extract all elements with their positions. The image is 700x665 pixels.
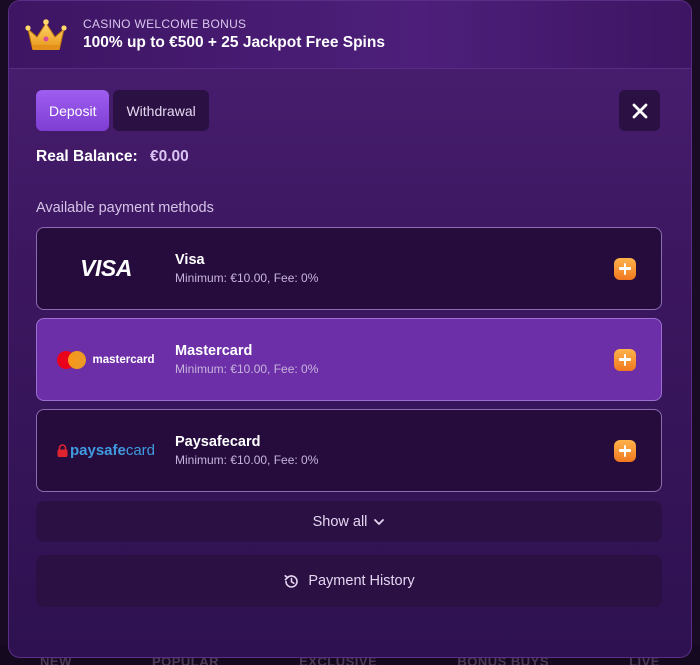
balance-amount: €0.00 <box>149 148 189 165</box>
tab-deposit[interactable]: Deposit <box>36 90 110 131</box>
close-icon <box>632 103 647 118</box>
lock-icon <box>57 444 68 457</box>
visa-logo-text: VISA <box>80 255 132 281</box>
payment-method-paysafecard[interactable]: paysafe card Paysafecard Minimum: €10.00,… <box>36 409 662 492</box>
add-icon[interactable] <box>614 257 636 280</box>
tab-withdrawal[interactable]: Withdrawal <box>113 90 209 131</box>
paysafe-logo-text: paysafe <box>69 442 126 459</box>
close-button[interactable] <box>619 90 660 131</box>
method-name: Visa <box>175 252 205 268</box>
welcome-bonus-banner[interactable]: CASINO WELCOME BONUS 100% up to €500 + 2… <box>9 1 691 69</box>
mastercard-logo-text: mastercard <box>92 353 155 366</box>
payment-history-label: Payment History <box>308 573 415 589</box>
method-meta: Minimum: €10.00, Fee: 0% <box>175 362 319 376</box>
add-icon[interactable] <box>614 348 636 371</box>
show-all-button[interactable]: Show all <box>36 501 662 542</box>
balance-label: Real Balance: <box>36 148 138 165</box>
payment-history-button[interactable]: Payment History <box>36 555 662 607</box>
add-icon[interactable] <box>614 439 636 462</box>
payment-method-visa[interactable]: VISA Visa Minimum: €10.00, Fee: 0% <box>36 227 662 310</box>
show-all-label: Show all <box>312 513 368 530</box>
payment-methods-heading: Available payment methods <box>36 200 214 216</box>
method-meta: Minimum: €10.00, Fee: 0% <box>175 453 319 467</box>
mastercard-logo: mastercard <box>37 350 175 369</box>
visa-logo: VISA <box>37 255 175 282</box>
crown-icon <box>25 18 67 52</box>
history-icon <box>284 574 299 588</box>
method-name: Mastercard <box>175 343 253 359</box>
method-meta: Minimum: €10.00, Fee: 0% <box>175 271 319 285</box>
payment-methods-list: VISA Visa Minimum: €10.00, Fee: 0% maste… <box>36 227 662 500</box>
payment-method-mastercard[interactable]: mastercard Mastercard Minimum: €10.00, F… <box>36 318 662 401</box>
bonus-title: 100% up to €500 + 25 Jackpot Free Spins <box>83 34 385 51</box>
cashier-tabs: Deposit Withdrawal <box>36 90 209 131</box>
paysafecard-logo: paysafe card <box>37 442 175 459</box>
cashier-modal: CASINO WELCOME BONUS 100% up to €500 + 2… <box>8 0 692 658</box>
bonus-kicker: CASINO WELCOME BONUS <box>83 17 247 31</box>
mastercard-circles-icon <box>57 350 87 369</box>
chevron-down-icon <box>374 518 385 525</box>
card-logo-text: card <box>125 442 156 459</box>
method-name: Paysafecard <box>175 434 261 450</box>
real-balance: Real Balance: €0.00 <box>36 148 189 166</box>
